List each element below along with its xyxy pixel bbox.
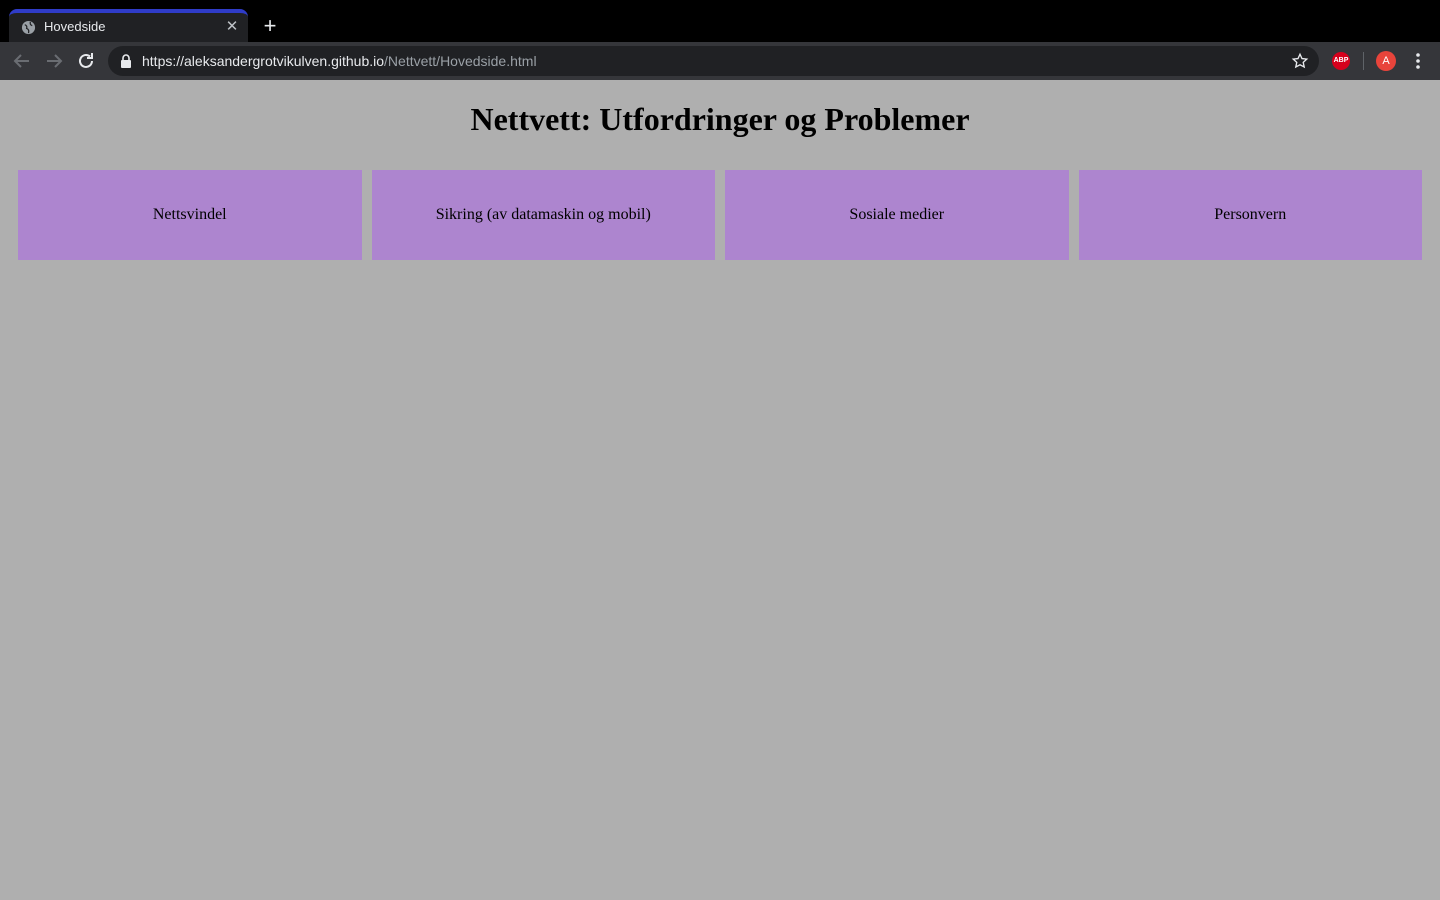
card-nettsvindel[interactable]: Nettsvindel <box>18 170 362 260</box>
tab-title: Hovedside <box>44 19 106 34</box>
lock-icon <box>121 54 131 68</box>
profile-avatar[interactable]: A <box>1376 51 1396 71</box>
close-icon[interactable]: ✕ <box>223 18 241 36</box>
forward-arrow-icon[interactable] <box>42 49 66 73</box>
star-icon[interactable] <box>1291 52 1309 70</box>
address-bar[interactable]: https://aleksandergrotvikulven.github.io… <box>108 46 1319 76</box>
page-title: Nettvett: Utfordringer og Problemer <box>470 101 970 137</box>
card-sosiale-medier[interactable]: Sosiale medier <box>725 170 1069 260</box>
topic-cards: Nettsvindel Sikring (av datamaskin og mo… <box>18 170 1422 260</box>
more-menu-icon[interactable] <box>1410 51 1426 71</box>
reload-icon[interactable] <box>74 49 98 73</box>
toolbar-divider <box>1363 52 1364 70</box>
browser-tab[interactable]: Hovedside ✕ <box>9 9 248 42</box>
url-text[interactable]: https://aleksandergrotvikulven.github.io… <box>142 52 537 70</box>
back-arrow-icon[interactable] <box>10 49 34 73</box>
card-sikring[interactable]: Sikring (av datamaskin og mobil) <box>371 170 715 260</box>
globe-icon <box>21 20 36 35</box>
page-content: Nettvett: Utfordringer og Problemer Nett… <box>0 80 1440 900</box>
adblock-extension-icon[interactable]: ABP <box>1332 52 1350 70</box>
plus-icon[interactable]: + <box>258 14 282 38</box>
url-host: https://aleksandergrotvikulven.github.io <box>142 53 385 69</box>
url-path: /Nettvett/Hovedside.html <box>384 53 537 69</box>
tab-strip: Hovedside ✕ + <box>0 0 1440 42</box>
browser-toolbar: https://aleksandergrotvikulven.github.io… <box>0 42 1440 80</box>
card-personvern[interactable]: Personvern <box>1078 170 1422 260</box>
